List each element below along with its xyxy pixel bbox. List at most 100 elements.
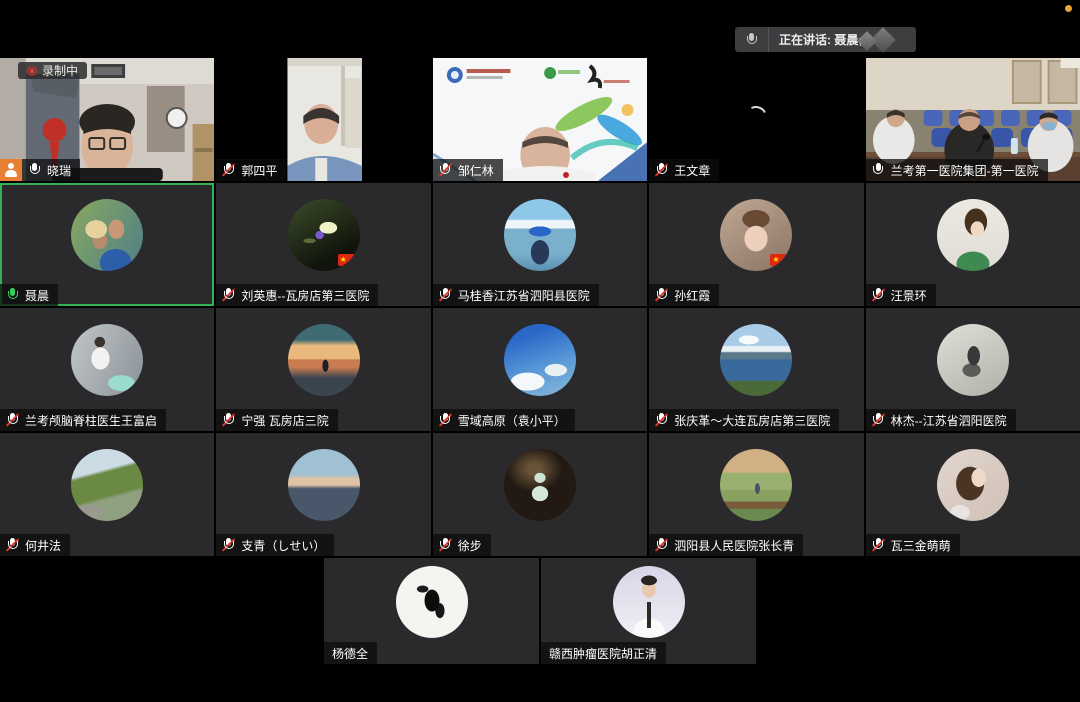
microphone-icon xyxy=(735,27,769,52)
avatar xyxy=(937,449,1009,521)
mic-muted-icon xyxy=(872,413,885,427)
participant-name: 马桂香江苏省泗阳县医院 xyxy=(458,287,590,304)
participant-tile-maguixiang[interactable]: 马桂香江苏省泗阳县医院 xyxy=(433,183,647,306)
nametag: 郭四平 xyxy=(216,159,286,181)
participant-tile-hejingfa[interactable]: 何井法 xyxy=(0,433,214,556)
participant-name: 张庆革～大连瓦房店第三医院 xyxy=(674,412,830,429)
mic-muted-icon xyxy=(655,163,668,177)
participant-tile-zhangqingge[interactable]: 张庆革～大连瓦房店第三医院 xyxy=(649,308,863,431)
mic-muted-icon xyxy=(6,538,19,552)
meeting-window: 正在讲话: 聂晨; xyxy=(0,0,1080,702)
nametag: 支青（しせい） xyxy=(216,534,334,556)
camera-active-dot xyxy=(1065,5,1072,12)
avatar xyxy=(396,566,468,638)
mic-muted-icon xyxy=(655,288,668,302)
nametag: 兰考颅脑脊柱医生王富启 xyxy=(0,409,166,431)
participant-name: 刘英惠--瓦房店第三医院 xyxy=(241,287,369,304)
nametag: 林杰--江苏省泗阳医院 xyxy=(866,409,1016,431)
nametag: 兰考第一医院集团-第一医院 xyxy=(866,159,1048,181)
participant-name: 聂晨 xyxy=(25,287,49,304)
avatar xyxy=(504,199,576,271)
mic-muted-icon xyxy=(6,413,19,427)
participant-grid: 录制中 晓瑞 郭四平 xyxy=(0,58,1080,556)
participant-name: 瓦三金萌萌 xyxy=(891,537,951,554)
mic-on-icon xyxy=(28,163,41,177)
participant-name: 郭四平 xyxy=(241,162,277,179)
mic-muted-icon xyxy=(439,413,452,427)
nametag: 聂晨 xyxy=(0,284,58,306)
connecting-spinner-icon xyxy=(742,103,770,131)
mic-on-icon xyxy=(872,163,885,177)
participant-tile-xueyugaoyuan[interactable]: 雪域高原（袁小平） xyxy=(433,308,647,431)
participant-tile-linjie[interactable]: 林杰--江苏省泗阳医院 xyxy=(866,308,1080,431)
nametag: 马桂香江苏省泗阳县医院 xyxy=(433,284,599,306)
participant-name: 支青（しせい） xyxy=(241,537,325,554)
participant-tile-wangjinghuan[interactable]: 汪景环 xyxy=(866,183,1080,306)
participant-tile-liuyinghui[interactable]: 刘英惠--瓦房店第三医院 xyxy=(216,183,430,306)
nametag: 邹仁林 xyxy=(433,159,503,181)
avatar xyxy=(720,449,792,521)
nametag: 何井法 xyxy=(0,534,70,556)
participant-tile-lankao-hospital[interactable]: 兰考第一医院集团-第一医院 xyxy=(866,58,1080,181)
avatar xyxy=(71,199,143,271)
nametag: 杨德全 xyxy=(324,642,377,664)
participant-grid-bottom-row: 杨德全 赣西肿瘤医院胡正清 xyxy=(0,558,1080,664)
participant-tile-wangwenzhang[interactable]: 王文章 xyxy=(649,58,863,181)
nametag: 宁强 瓦房店三院 xyxy=(216,409,337,431)
participant-name: 孙红霞 xyxy=(674,287,710,304)
nametag: 汪景环 xyxy=(866,284,936,306)
nametag: 王文章 xyxy=(649,159,719,181)
nametag: 徐步 xyxy=(433,534,491,556)
participant-tile-zhangchangqing[interactable]: 泗阳县人民医院张长青 xyxy=(649,433,863,556)
participant-tile-ningqiang[interactable]: 宁强 瓦房店三院 xyxy=(216,308,430,431)
double-diamond-logo-icon xyxy=(858,29,908,50)
mic-muted-icon xyxy=(222,288,235,302)
china-flag-badge xyxy=(338,254,355,266)
nametag: 雪域高原（袁小平） xyxy=(433,409,575,431)
participant-name: 晓瑞 xyxy=(47,162,71,179)
nametag: 泗阳县人民医院张长青 xyxy=(649,534,803,556)
avatar xyxy=(288,324,360,396)
nametag: 刘英惠--瓦房店第三医院 xyxy=(216,284,378,306)
avatar xyxy=(71,449,143,521)
avatar xyxy=(504,324,576,396)
participant-name: 兰考第一医院集团-第一医院 xyxy=(891,162,1039,179)
nametag: 孙红霞 xyxy=(649,284,719,306)
nametag: 晓瑞 xyxy=(0,159,80,181)
mic-muted-icon xyxy=(655,413,668,427)
avatar xyxy=(288,449,360,521)
now-speaking-banner[interactable]: 正在讲话: 聂晨; xyxy=(735,27,916,52)
participant-name: 杨德全 xyxy=(332,645,368,662)
avatar xyxy=(71,324,143,396)
mic-muted-icon xyxy=(872,288,885,302)
participant-tile-sunhongxia[interactable]: 孙红霞 xyxy=(649,183,863,306)
participant-name: 何井法 xyxy=(25,537,61,554)
mic-muted-icon xyxy=(439,538,452,552)
mic-muted-icon xyxy=(222,413,235,427)
mic-muted-icon xyxy=(872,538,885,552)
record-icon xyxy=(27,66,37,76)
participant-tile-yangdequan[interactable]: 杨德全 xyxy=(324,558,539,664)
mic-muted-icon xyxy=(655,538,668,552)
participant-tile-wangfuqi[interactable]: 兰考颅脑脊柱医生王富启 xyxy=(0,308,214,431)
mic-muted-icon xyxy=(222,163,235,177)
participant-tile-niechen[interactable]: 聂晨 xyxy=(0,183,214,306)
participant-tile-guosiping[interactable]: 郭四平 xyxy=(216,58,430,181)
participant-name: 赣西肿瘤医院胡正清 xyxy=(549,645,657,662)
participant-name: 邹仁林 xyxy=(458,162,494,179)
mic-muted-icon xyxy=(439,288,452,302)
participant-tile-wasanjinmengmeng[interactable]: 瓦三金萌萌 xyxy=(866,433,1080,556)
participant-tile-huzhengqing[interactable]: 赣西肿瘤医院胡正清 xyxy=(541,558,756,664)
recording-badge: 录制中 xyxy=(18,62,87,79)
china-flag-badge xyxy=(770,254,787,266)
nametag: 张庆革～大连瓦房店第三医院 xyxy=(649,409,839,431)
participant-tile-zourenlin[interactable]: 邹仁林 xyxy=(433,58,647,181)
avatar xyxy=(613,566,685,638)
participant-tile-xubu[interactable]: 徐步 xyxy=(433,433,647,556)
host-icon xyxy=(0,159,22,181)
avatar xyxy=(288,199,360,271)
participant-tile-zhiqing[interactable]: 支青（しせい） xyxy=(216,433,430,556)
participant-name: 泗阳县人民医院张长青 xyxy=(674,537,794,554)
mic-muted-icon xyxy=(439,163,452,177)
participant-tile-xiaorui[interactable]: 录制中 晓瑞 xyxy=(0,58,214,181)
